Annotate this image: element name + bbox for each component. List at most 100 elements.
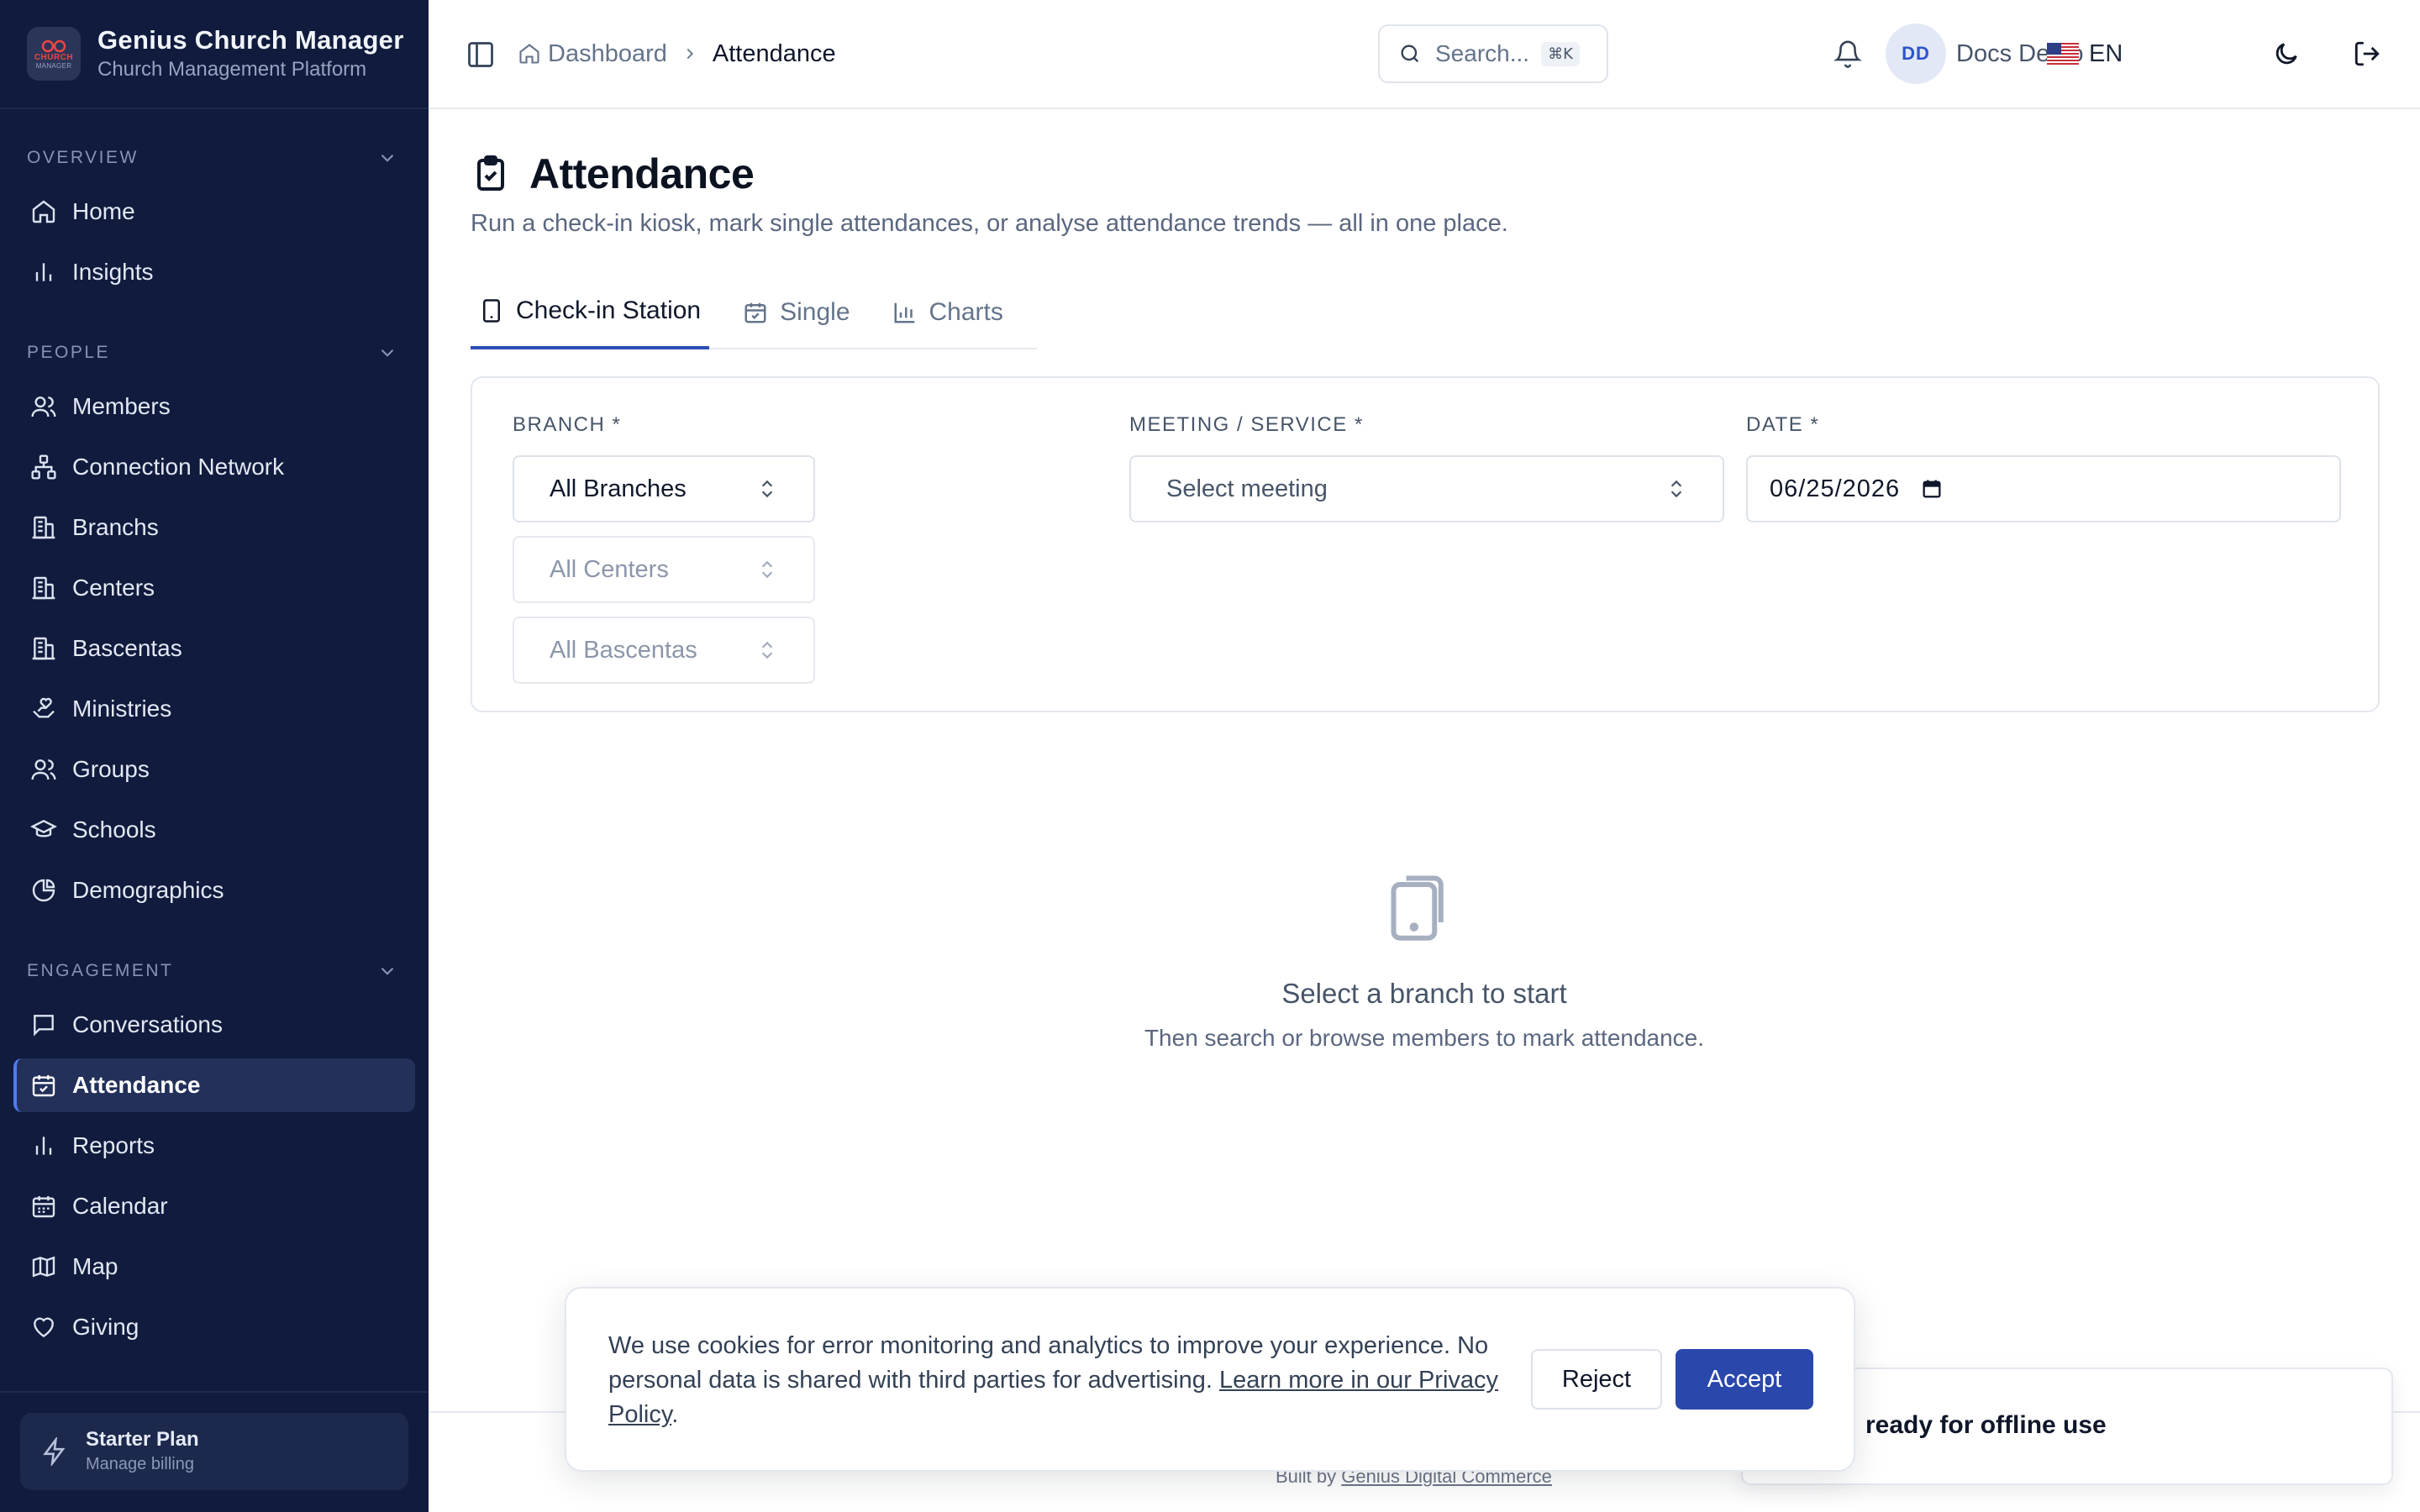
sidebar-item-members[interactable]: Members — [13, 380, 415, 433]
sidebar-item-label: Ministries — [72, 696, 172, 722]
tablet-icon — [1391, 875, 1444, 941]
topbar: Dashboard Attendance Search... ⌘K DD Doc… — [429, 0, 2420, 109]
chevron-down-icon — [381, 154, 394, 162]
branch-select[interactable]: All Branches — [513, 455, 815, 522]
sidebar-item-label: Groups — [72, 756, 150, 782]
calendar-check-icon — [744, 302, 766, 323]
language-selector[interactable]: EN — [2047, 37, 2123, 71]
attendance-tabs: Check-in Station Single Charts — [471, 276, 1037, 349]
sidebar-item-reports[interactable]: Reports — [13, 1119, 415, 1173]
bell-icon[interactable] — [1833, 39, 1862, 68]
home-icon — [32, 200, 55, 223]
sidebar-item-connection-network[interactable]: Connection Network — [13, 440, 415, 494]
calendar-icon — [32, 1196, 55, 1218]
moon-icon[interactable] — [2272, 39, 2301, 68]
sidebar-divider — [0, 1391, 429, 1393]
chevrons-up-down-icon — [761, 641, 773, 659]
sidebar-item-label: Bascentas — [72, 635, 182, 661]
sidebar-item-schools[interactable]: Schools — [13, 803, 415, 857]
nav-section-overview: OVERVIEW Home Insights — [0, 143, 429, 299]
avatar[interactable]: DD — [1886, 24, 1946, 84]
page-header: Attendance — [471, 150, 755, 198]
app-name: Genius Church Manager — [97, 25, 404, 55]
tab-charts[interactable]: Charts — [884, 276, 1012, 349]
date-input[interactable]: 06/25/2026 — [1746, 455, 2341, 522]
tablet-icon — [483, 299, 500, 323]
brand[interactable]: CHURCH MANAGER Genius Church Manager Chu… — [0, 0, 429, 109]
sidebar-item-label: Members — [72, 393, 171, 419]
lightning-icon — [43, 1437, 66, 1466]
graduation-cap-icon — [30, 819, 57, 837]
tab-label: Check-in Station — [516, 297, 702, 324]
sidebar-item-home[interactable]: Home — [13, 185, 415, 239]
date-value: 06/25/2026 — [1770, 475, 1901, 502]
sidebar-item-label: Centers — [72, 575, 155, 601]
sidebar-item-label: Conversations — [72, 1011, 223, 1037]
sidebar-item-centers[interactable]: Centers — [13, 561, 415, 615]
sidebar-item-demographics[interactable]: Demographics — [13, 864, 415, 917]
calendar-picker-icon[interactable] — [1920, 477, 1944, 501]
sidebar-item-label: Reports — [72, 1132, 155, 1158]
reject-button[interactable]: Reject — [1531, 1349, 1662, 1410]
sidebar-toggle-icon[interactable] — [466, 39, 496, 70]
section-title: ENGAGEMENT — [27, 961, 174, 980]
chevron-down-icon — [381, 349, 394, 357]
breadcrumb: Dashboard Attendance — [518, 34, 836, 74]
logo-text-top: CHURCH — [34, 52, 74, 62]
clipboard-check-icon — [477, 155, 504, 191]
meeting-label: MEETING / SERVICE * — [1129, 413, 1364, 436]
sidebar-item-ministries[interactable]: Ministries — [13, 682, 415, 736]
breadcrumb-dashboard-link[interactable]: Dashboard — [548, 40, 667, 68]
sidebar-item-bascentas[interactable]: Bascentas — [13, 622, 415, 675]
sidebar-item-insights[interactable]: Insights — [13, 245, 415, 299]
sidebar-item-branchs[interactable]: Branchs — [13, 501, 415, 554]
cookie-suffix: . — [671, 1401, 679, 1428]
filters-card: BRANCH * All Branches All Centers All Ba… — [471, 376, 2380, 712]
app-subtitle: Church Management Platform — [97, 58, 367, 81]
sidebar: CHURCH MANAGER Genius Church Manager Chu… — [0, 0, 429, 1512]
center-select[interactable]: All Centers — [513, 536, 815, 603]
bar-chart-icon — [35, 263, 52, 281]
bascenta-select[interactable]: All Bascentas — [513, 617, 815, 684]
section-toggle-people[interactable]: PEOPLE — [0, 338, 429, 368]
app-logo: CHURCH MANAGER — [27, 27, 81, 81]
manage-billing-link: Manage billing — [86, 1455, 194, 1473]
sidebar-item-map[interactable]: Map — [13, 1240, 415, 1294]
sidebar-item-groups[interactable]: Groups — [13, 743, 415, 796]
sidebar-item-label: Map — [72, 1253, 118, 1279]
us-flag-icon — [2047, 43, 2079, 65]
message-icon — [34, 1015, 54, 1037]
plan-billing-card[interactable]: Starter Plan Manage billing — [20, 1413, 408, 1490]
chevron-right-icon — [687, 48, 693, 60]
sidebar-item-giving[interactable]: Giving — [13, 1300, 415, 1354]
sidebar-item-attendance[interactable]: Attendance — [13, 1058, 415, 1112]
tab-check-in-station[interactable]: Check-in Station — [471, 276, 710, 349]
search-input[interactable]: Search... ⌘K — [1378, 24, 1608, 83]
date-label: DATE * — [1746, 413, 1820, 436]
sidebar-item-label: Attendance — [72, 1072, 201, 1098]
cookie-banner: We use cookies for error monitoring and … — [565, 1287, 1855, 1472]
nav-section-people: PEOPLE Members Connection Network Branch… — [0, 338, 429, 917]
empty-state-title: Select a branch to start — [1281, 978, 1567, 1009]
branch-label: BRANCH * — [513, 413, 622, 436]
bar-chart-icon — [894, 302, 914, 323]
tab-label: Single — [780, 298, 850, 326]
network-icon — [31, 454, 56, 480]
meeting-select[interactable]: Select meeting — [1129, 455, 1724, 522]
pie-chart-icon — [32, 879, 55, 902]
sidebar-item-label: Giving — [72, 1314, 139, 1340]
logo-text-bottom: MANAGER — [35, 61, 72, 70]
calendar-check-icon — [32, 1075, 55, 1097]
section-toggle-overview[interactable]: OVERVIEW — [0, 143, 429, 173]
home-icon — [519, 44, 539, 64]
tab-single[interactable]: Single — [734, 276, 858, 349]
section-toggle-engagement[interactable]: ENGAGEMENT — [0, 956, 429, 986]
logout-icon[interactable] — [2353, 39, 2381, 68]
center-select-value: All Centers — [550, 555, 669, 583]
toast-message: ready for offline use — [1865, 1411, 2107, 1439]
sidebar-item-conversations[interactable]: Conversations — [13, 998, 415, 1052]
sidebar-item-calendar[interactable]: Calendar — [13, 1179, 415, 1233]
plan-name: Starter Plan — [86, 1428, 199, 1451]
users-icon — [31, 396, 56, 417]
accept-button[interactable]: Accept — [1676, 1349, 1813, 1410]
